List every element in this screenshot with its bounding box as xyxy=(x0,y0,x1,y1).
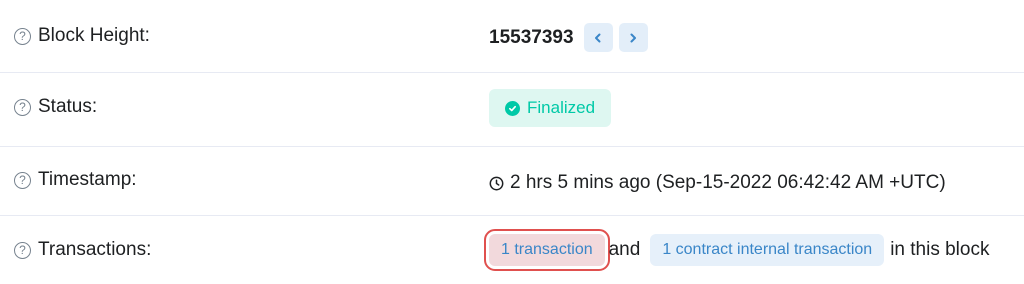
prev-block-button[interactable] xyxy=(583,23,613,52)
row-divider xyxy=(0,146,1024,147)
status-text: Finalized xyxy=(527,98,596,117)
status-label-text: Status: xyxy=(38,96,98,117)
transactions-value: 1 transaction and 1 contract internal tr… xyxy=(484,229,990,271)
block-height-label-text: Block Height: xyxy=(38,25,150,46)
status-value: Finalized xyxy=(489,89,612,127)
transactions-label-text: Transactions: xyxy=(38,239,152,260)
row-divider xyxy=(0,215,1024,216)
block-height-label: ? Block Height: xyxy=(14,25,150,47)
transactions-label: ? Transactions: xyxy=(14,239,151,261)
status-label: ? Status: xyxy=(14,96,97,118)
timestamp-value: 2 hrs 5 mins ago (Sep-15-2022 06:42:42 A… xyxy=(489,172,946,194)
row-divider xyxy=(0,72,1024,73)
timestamp-label-text: Timestamp: xyxy=(38,169,137,190)
in-this-block-text: in this block xyxy=(890,239,990,260)
timestamp-text: 2 hrs 5 mins ago (Sep-15-2022 06:42:42 A… xyxy=(510,172,946,193)
clock-icon xyxy=(489,176,504,191)
block-number: 15537393 xyxy=(489,26,574,48)
and-text: and xyxy=(608,239,641,260)
question-circle-icon[interactable]: ? xyxy=(14,27,31,45)
next-block-button[interactable] xyxy=(618,23,648,52)
transaction-count-link[interactable]: 1 transaction xyxy=(484,229,610,271)
question-circle-icon[interactable]: ? xyxy=(14,98,31,116)
timestamp: 2 hrs 5 mins ago (Sep-15-2022 06:42:42 A… xyxy=(489,172,946,194)
question-circle-icon[interactable]: ? xyxy=(14,171,31,189)
status-badge: Finalized xyxy=(489,89,612,127)
chevron-left-icon xyxy=(595,33,601,42)
question-circle-icon[interactable]: ? xyxy=(14,241,31,259)
block-height-value: 15537393 xyxy=(489,23,648,52)
check-circle-icon xyxy=(505,100,520,116)
chevron-right-icon xyxy=(630,33,637,42)
block-overview: ? Block Height: 15537393 ? Status: Final… xyxy=(0,0,1024,284)
internal-transaction-link[interactable]: 1 contract internal transaction xyxy=(650,234,885,266)
timestamp-label: ? Timestamp: xyxy=(14,169,137,191)
